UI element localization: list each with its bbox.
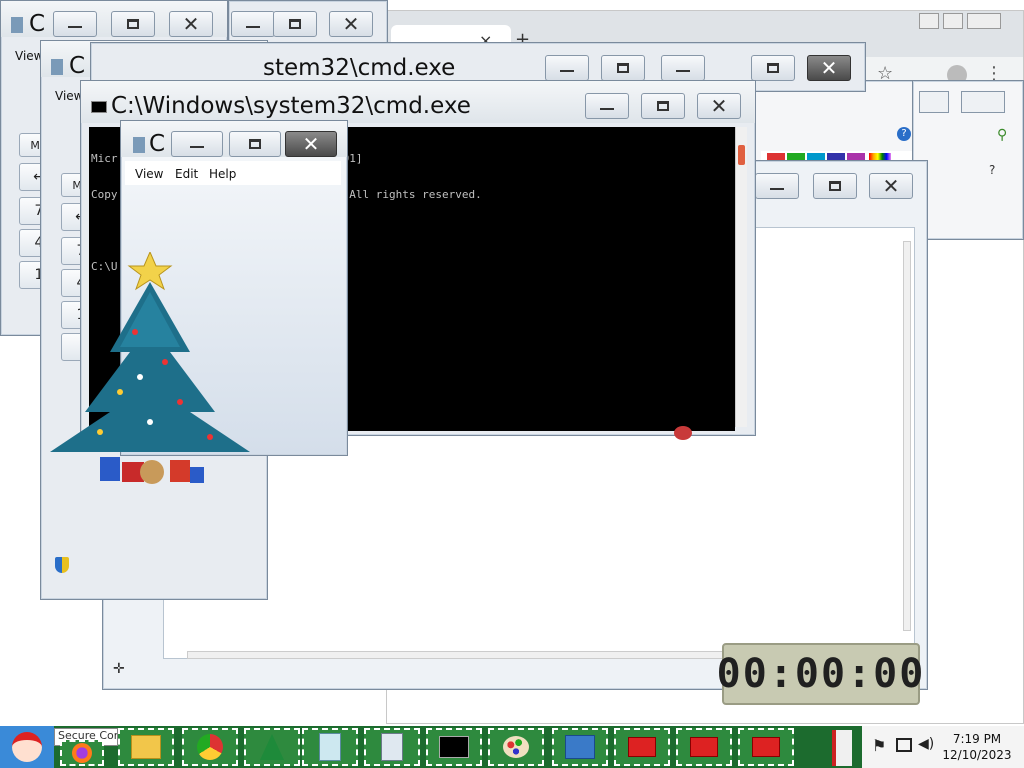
- close-button[interactable]: ✕: [169, 11, 213, 37]
- minimize-button[interactable]: [231, 11, 275, 37]
- calculator-icon: [11, 17, 23, 33]
- clock-time[interactable]: 7:19 PM: [942, 732, 1012, 746]
- taskbar-cmd[interactable]: [426, 728, 482, 766]
- window-title: C: [149, 131, 166, 157]
- control-panel-icon: [565, 735, 595, 759]
- network-icon[interactable]: [896, 738, 912, 752]
- browser-maximize-button[interactable]: [943, 13, 963, 29]
- minimize-button[interactable]: [53, 11, 97, 37]
- menu-help[interactable]: Help: [209, 167, 236, 181]
- window-title: C:\Windows\system32\cmd.exe: [111, 93, 471, 119]
- cmd-icon: [439, 736, 469, 758]
- taskbar-control-panel[interactable]: [552, 728, 608, 766]
- help-window: ⚲ ?: [912, 80, 1024, 240]
- window-title: stem32\cmd.exe: [263, 55, 456, 81]
- maximize-button[interactable]: [751, 55, 795, 81]
- calculator-icon: [51, 59, 63, 75]
- paint-icon: [503, 736, 529, 758]
- taskbar-paint[interactable]: [488, 728, 544, 766]
- toolbox-icon: [690, 737, 718, 757]
- toolbox-icon: [752, 737, 780, 757]
- maximize-button[interactable]: [641, 93, 685, 119]
- notepad-close-button[interactable]: ✕: [869, 173, 913, 199]
- close-button[interactable]: ✕: [697, 93, 741, 119]
- toolbox-icon: [628, 737, 656, 757]
- notepad-maximize-button[interactable]: [813, 173, 857, 199]
- console-scrollbar[interactable]: [735, 127, 747, 427]
- bird-ornament-icon: [674, 426, 692, 440]
- taskbar-chrome[interactable]: [182, 728, 238, 766]
- calculator-icon: [381, 733, 403, 761]
- window-title: C: [29, 11, 46, 37]
- window-title: C: [69, 53, 86, 79]
- maximize-button[interactable]: [601, 55, 645, 81]
- minimize-button[interactable]: [585, 93, 629, 119]
- help-close-button[interactable]: [961, 91, 1005, 113]
- volume-icon[interactable]: ◀): [918, 736, 934, 752]
- help-question-icon[interactable]: ?: [989, 163, 995, 177]
- close-button[interactable]: ✕: [329, 11, 373, 37]
- minimize-button[interactable]: [171, 131, 223, 157]
- explorer-icon: [131, 735, 161, 759]
- browser-close-button[interactable]: [967, 13, 1001, 29]
- notepad-icon: [319, 733, 341, 761]
- cmd-icon: [91, 101, 107, 113]
- minimize-button[interactable]: [661, 55, 705, 81]
- show-desktop-strip[interactable]: [832, 730, 852, 766]
- taskbar-firefox[interactable]: [60, 740, 104, 766]
- christmas-tree-icon: [260, 734, 284, 760]
- maximize-button[interactable]: [229, 131, 281, 157]
- shield-icon: [55, 557, 69, 573]
- taskbar-calculator[interactable]: [364, 728, 420, 766]
- action-center-flag-icon[interactable]: ⚑: [872, 736, 886, 755]
- menu-view[interactable]: View: [135, 167, 163, 181]
- resize-grip-icon[interactable]: ✛: [113, 661, 125, 677]
- taskbar-notepad[interactable]: [302, 728, 358, 766]
- chrome-icon: [197, 734, 223, 760]
- notepad-minimize-button[interactable]: [755, 173, 799, 199]
- maximize-button[interactable]: [111, 11, 155, 37]
- search-icon[interactable]: ⚲: [997, 127, 1007, 143]
- menu-edit[interactable]: Edit: [175, 167, 198, 181]
- minimize-button[interactable]: [545, 55, 589, 81]
- browser-minimize-button[interactable]: [919, 13, 939, 29]
- start-button[interactable]: [0, 726, 54, 768]
- notepad-vscrollbar[interactable]: [903, 241, 911, 631]
- calculator-icon: [133, 137, 145, 153]
- santa-icon: [12, 732, 42, 762]
- clock-date[interactable]: 12/10/2023: [942, 748, 1012, 762]
- maximize-button[interactable]: [273, 11, 317, 37]
- taskbar-christmas[interactable]: [244, 728, 300, 766]
- taskbar-toolbox-3[interactable]: [738, 728, 794, 766]
- taskbar-toolbox-2[interactable]: [676, 728, 732, 766]
- firefox-icon: [72, 743, 92, 763]
- close-button[interactable]: ✕: [807, 55, 851, 81]
- close-button[interactable]: ✕: [285, 131, 337, 157]
- stopwatch-display: 00:00:00: [717, 643, 923, 705]
- help-minimize-button[interactable]: [919, 91, 949, 113]
- scrollbar-thumb[interactable]: [738, 145, 745, 165]
- taskbar-toolbox-1[interactable]: [614, 728, 670, 766]
- christmas-tree-icon: [50, 252, 250, 484]
- notepad-hscrollbar[interactable]: [187, 651, 807, 659]
- help-icon[interactable]: ?: [897, 127, 911, 141]
- taskbar-explorer[interactable]: [118, 728, 174, 766]
